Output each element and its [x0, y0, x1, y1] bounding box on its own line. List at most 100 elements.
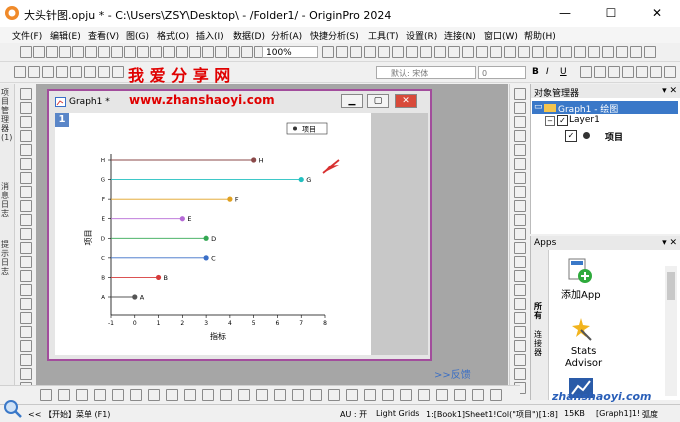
toolbar-tool-icon[interactable]: [622, 66, 634, 78]
layout-tool-icon[interactable]: [514, 158, 526, 170]
project-explorer-tab[interactable]: 项目管理器 (1): [1, 88, 13, 142]
plot-tool-icon[interactable]: [310, 389, 322, 401]
tool-icon[interactable]: [20, 284, 32, 296]
tool-icon[interactable]: [20, 354, 32, 366]
toolbar-tool-icon[interactable]: [202, 46, 214, 58]
tool-icon[interactable]: [20, 144, 32, 156]
toolbar-tool-icon[interactable]: [111, 46, 123, 58]
toolbar-tool-icon[interactable]: [56, 66, 68, 78]
zoom-combo[interactable]: 100%: [262, 46, 318, 58]
toolbar-tool-icon[interactable]: [490, 46, 502, 58]
toolbar-tool-icon[interactable]: [336, 46, 348, 58]
tree-graph-node[interactable]: ▭ Graph1 - 绘图: [532, 101, 678, 115]
toolbar-tool-icon[interactable]: [124, 46, 136, 58]
toolbar-tool-icon[interactable]: [215, 46, 227, 58]
lollipop-chart[interactable]: -1 0 1 2 3 4 5 6 7 8 A A B B C C D D E E F F G G H H 指标 项目 项目: [55, 113, 371, 355]
toolbar-tool-icon[interactable]: [150, 46, 162, 58]
toolbar-tool-icon[interactable]: [630, 46, 642, 58]
toolbar-tool-icon[interactable]: [560, 46, 572, 58]
toolbar-tool-icon[interactable]: [378, 46, 390, 58]
plot-tool-icon[interactable]: [346, 389, 358, 401]
lollipop-point[interactable]: [132, 294, 138, 300]
toolbar-tool-icon[interactable]: [608, 66, 620, 78]
search-icon[interactable]: [3, 399, 23, 419]
plot-tool-icon[interactable]: [112, 389, 124, 401]
menu-window[interactable]: 窗口(W): [484, 29, 518, 42]
lollipop-point[interactable]: [203, 235, 209, 241]
toolbar-tool-icon[interactable]: [364, 46, 376, 58]
minimize-button[interactable]: —: [542, 0, 588, 27]
apps-tab-all[interactable]: 所有: [534, 302, 544, 320]
menu-connect[interactable]: 连接(N): [444, 29, 476, 42]
layout-tool-icon[interactable]: [514, 340, 526, 352]
tool-icon[interactable]: [20, 214, 32, 226]
tool-icon[interactable]: [20, 368, 32, 380]
graph-maximize-button[interactable]: ▢: [367, 94, 389, 108]
layout-tool-icon[interactable]: [514, 116, 526, 128]
tool-icon[interactable]: [20, 326, 32, 338]
maximize-button[interactable]: ☐: [588, 0, 634, 27]
layout-tool-icon[interactable]: [514, 298, 526, 310]
tree-expand-toggle[interactable]: −: [545, 116, 555, 126]
menu-data[interactable]: 数据(D): [233, 29, 265, 42]
font-combo[interactable]: 默认: 宋体: [376, 66, 476, 79]
add-app-icon[interactable]: [567, 258, 593, 284]
menu-graph[interactable]: 图(G): [126, 29, 149, 42]
toolbar-tool-icon[interactable]: [20, 46, 32, 58]
tool-icon[interactable]: [20, 102, 32, 114]
plot-tool-icon[interactable]: [130, 389, 142, 401]
plot-tool-icon[interactable]: [292, 389, 304, 401]
layout-tool-icon[interactable]: [514, 144, 526, 156]
tool-icon[interactable]: [20, 200, 32, 212]
tool-icon[interactable]: [20, 270, 32, 282]
toolbar-tool-icon[interactable]: [350, 46, 362, 58]
close-button[interactable]: ✕: [634, 0, 680, 27]
menu-insert[interactable]: 插入(I): [196, 29, 224, 42]
stats-advisor-icon[interactable]: [569, 316, 593, 342]
underline-button[interactable]: U: [560, 67, 567, 77]
toolbar-tool-icon[interactable]: [546, 46, 558, 58]
menu-quick-analysis[interactable]: 快捷分析(S): [310, 29, 359, 42]
plot-tool-icon[interactable]: [94, 389, 106, 401]
plot-tool-icon[interactable]: [58, 389, 70, 401]
menu-tools[interactable]: 工具(T): [368, 29, 399, 42]
lollipop-point[interactable]: [155, 274, 162, 281]
layout-tool-icon[interactable]: [514, 172, 526, 184]
toolbar-tool-icon[interactable]: [644, 46, 656, 58]
font-size-combo[interactable]: 0: [478, 66, 526, 79]
toolbar-tool-icon[interactable]: [59, 46, 71, 58]
toolbar-tool-icon[interactable]: [137, 46, 149, 58]
plot-tool-icon[interactable]: [436, 389, 448, 401]
layout-tool-icon[interactable]: [514, 130, 526, 142]
lollipop-point[interactable]: [227, 196, 233, 202]
plot-tool-icon[interactable]: [454, 389, 466, 401]
toolbar-tool-icon[interactable]: [434, 46, 446, 58]
plot-tool-icon[interactable]: [274, 389, 286, 401]
toolbar-tool-icon[interactable]: [163, 46, 175, 58]
toolbar-tool-icon[interactable]: [72, 46, 84, 58]
toolbar-tool-icon[interactable]: [84, 66, 96, 78]
toolbar-tool-icon[interactable]: [42, 66, 54, 78]
plot-tool-icon[interactable]: [400, 389, 412, 401]
toolbar-tool-icon[interactable]: [574, 46, 586, 58]
plot-tool-icon[interactable]: [166, 389, 178, 401]
plot-tool-icon[interactable]: [238, 389, 250, 401]
toolbar-tool-icon[interactable]: [406, 46, 418, 58]
menu-edit[interactable]: 编辑(E): [50, 29, 81, 42]
tool-icon[interactable]: [20, 340, 32, 352]
toolbar-tool-icon[interactable]: [518, 46, 530, 58]
add-app-label[interactable]: 添加App: [561, 286, 601, 301]
toolbar-tool-icon[interactable]: [176, 46, 188, 58]
toolbar-tool-icon[interactable]: [664, 66, 676, 78]
bold-button[interactable]: B: [532, 67, 539, 77]
graph-close-button[interactable]: ✕: [395, 94, 417, 108]
layout-tool-icon[interactable]: [514, 186, 526, 198]
toolbar-tool-icon[interactable]: [504, 46, 516, 58]
plot-tool-icon[interactable]: [490, 389, 502, 401]
tool-icon[interactable]: [20, 242, 32, 254]
plot-tool-icon[interactable]: [76, 389, 88, 401]
apps-scrollbar[interactable]: [665, 266, 677, 396]
tool-icon[interactable]: [20, 130, 32, 142]
toolbar-tool-icon[interactable]: [462, 46, 474, 58]
toolbar-tool-icon[interactable]: [189, 46, 201, 58]
